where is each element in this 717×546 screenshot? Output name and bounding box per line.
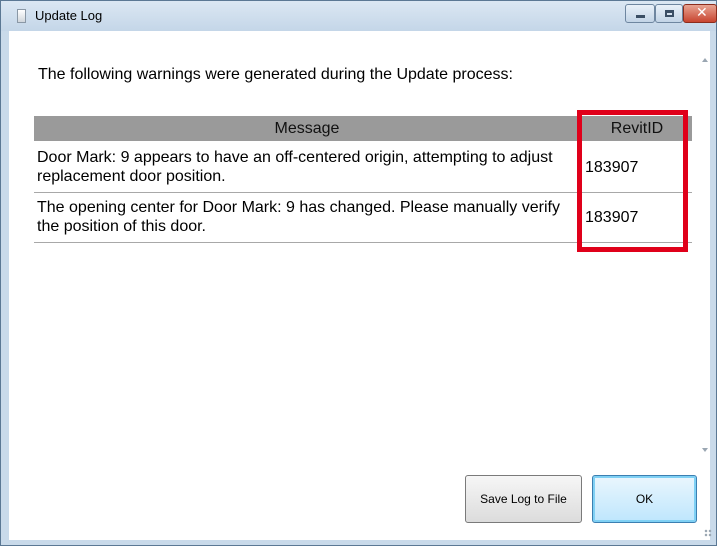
vertical-scrollbar[interactable]	[699, 48, 715, 468]
maximize-icon	[665, 10, 674, 17]
maximize-button[interactable]	[655, 4, 683, 23]
warnings-heading: The following warnings were generated du…	[38, 66, 513, 83]
column-header-message[interactable]: Message	[34, 116, 580, 141]
message-cell: The opening center for Door Mark: 9 has …	[37, 199, 560, 235]
close-icon: ✕	[696, 5, 708, 21]
app-icon	[17, 9, 26, 23]
close-button[interactable]: ✕	[683, 4, 717, 23]
message-cell: Door Mark: 9 appears to have an off-cent…	[37, 149, 553, 185]
scroll-down-arrow-icon[interactable]	[702, 448, 708, 452]
minimize-icon	[636, 15, 645, 18]
save-log-button[interactable]: Save Log to File	[465, 475, 582, 523]
window-title: Update Log	[35, 8, 103, 23]
title-bar[interactable]: Update Log ✕	[1, 1, 717, 31]
minimize-button[interactable]	[625, 4, 655, 23]
client-area	[9, 31, 710, 540]
scroll-up-arrow-icon[interactable]	[702, 58, 708, 62]
resize-grip-icon[interactable]	[704, 529, 712, 537]
ok-button[interactable]: OK	[592, 475, 697, 523]
revitid-highlight-box	[577, 110, 688, 252]
